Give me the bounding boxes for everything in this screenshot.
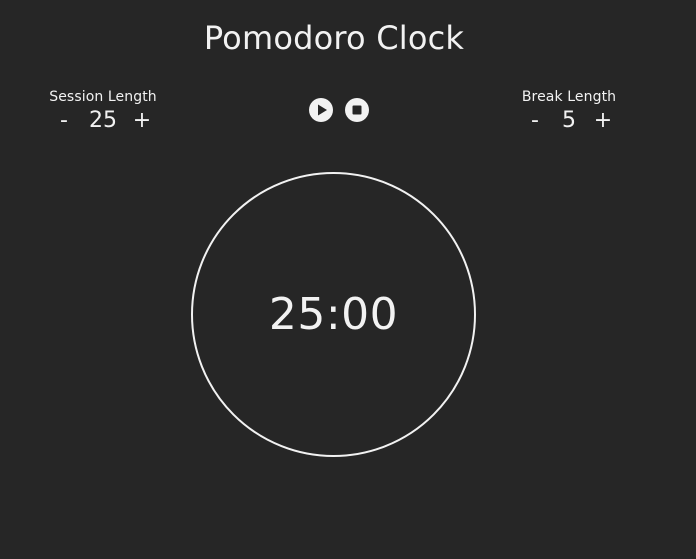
session-length-panel: Session Length - 25 + — [23, 88, 183, 134]
break-length-controls: - 5 + — [489, 108, 649, 134]
break-length-panel: Break Length - 5 + — [489, 88, 649, 134]
break-length-value: 5 — [562, 108, 576, 133]
play-button[interactable] — [309, 98, 333, 122]
stop-button[interactable] — [345, 98, 369, 122]
break-length-label: Break Length — [521, 89, 617, 105]
session-decrement-button[interactable]: - — [54, 108, 74, 134]
stop-icon — [352, 105, 362, 115]
timer-display: 25:00 — [268, 288, 399, 340]
break-increment-button[interactable]: + — [593, 108, 613, 134]
session-length-controls: - 25 + — [23, 108, 183, 134]
playback-controls — [309, 98, 369, 122]
timer-clock-circle[interactable]: 25:00 — [191, 172, 476, 457]
break-decrement-button[interactable]: - — [525, 108, 545, 134]
session-length-label: Session Length — [49, 89, 157, 105]
page-title: Pomodoro Clock — [203, 19, 465, 57]
session-increment-button[interactable]: + — [132, 108, 152, 134]
play-icon — [318, 104, 327, 116]
session-length-value: 25 — [89, 108, 117, 133]
